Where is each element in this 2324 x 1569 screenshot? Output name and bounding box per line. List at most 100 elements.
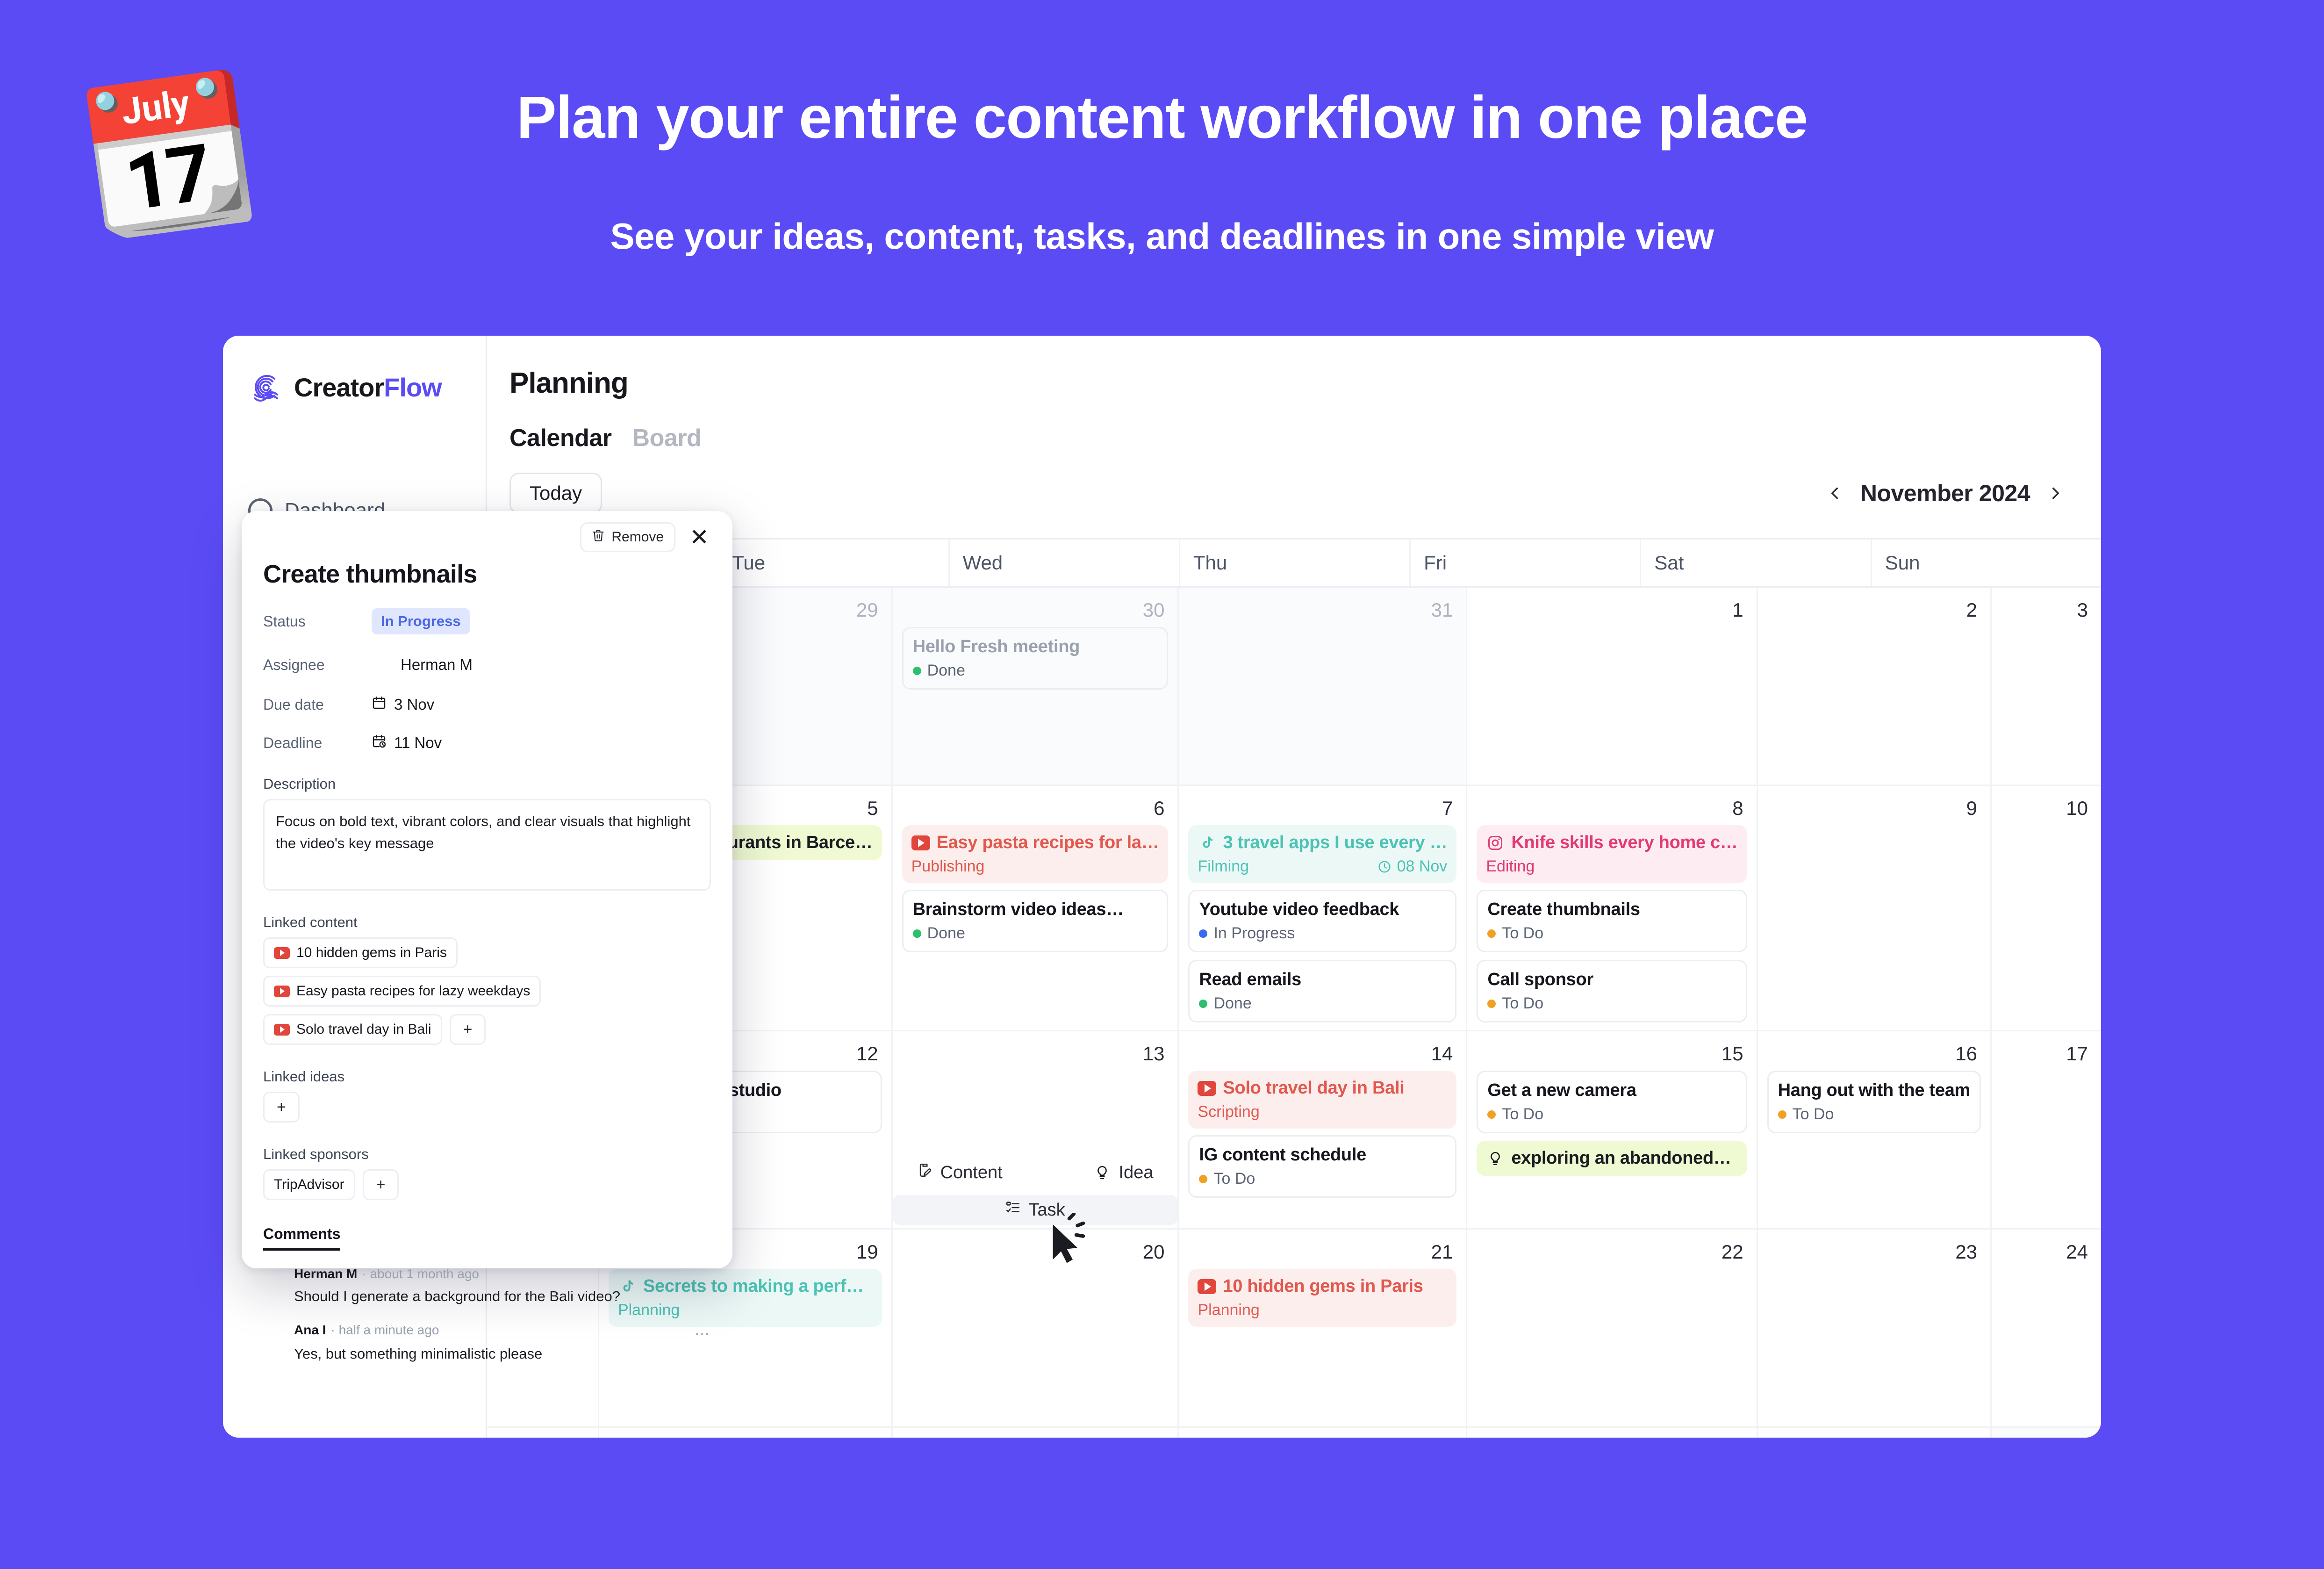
comment-item: Herman M · about 1 month ago Should I gene… bbox=[263, 1267, 711, 1305]
weekday-tue: Tue bbox=[717, 540, 948, 586]
linked-content-chip[interactable]: Solo travel day in Bali bbox=[263, 1014, 442, 1045]
remove-button[interactable]: Remove bbox=[580, 522, 676, 552]
chevron-right-icon[interactable] bbox=[2046, 483, 2066, 503]
menu-item-content[interactable]: Content bbox=[910, 1158, 1010, 1188]
tab-board[interactable]: Board bbox=[632, 424, 702, 452]
idea-event-chip[interactable]: exploring an abandoned… bbox=[1477, 1141, 1747, 1176]
task-card[interactable]: Youtube video feedback In Progress bbox=[1188, 890, 1457, 952]
weekday-sat: Sat bbox=[1640, 540, 1870, 586]
content-doc-icon bbox=[917, 1162, 933, 1183]
calendar-day-cell[interactable]: 28 bbox=[1177, 1428, 1466, 1438]
task-status: To Do bbox=[1487, 1105, 1736, 1123]
calendar-day-cell[interactable]: 25 bbox=[487, 1428, 598, 1438]
due-date-value[interactable]: 3 Nov bbox=[372, 695, 434, 714]
add-linked-sponsor-button[interactable]: + bbox=[362, 1169, 399, 1200]
calendar-day-cell[interactable]: 23 bbox=[1756, 1230, 1991, 1428]
calendar-day-cell[interactable]: 10 bbox=[1990, 786, 2101, 1031]
calendar-day-cell[interactable]: 1 bbox=[1466, 588, 1757, 786]
task-card[interactable]: Read emails Done bbox=[1188, 960, 1457, 1022]
calendar-day-cell[interactable]: 3 bbox=[1990, 588, 2101, 786]
day-number: 9 bbox=[1966, 797, 1978, 819]
weekday-sun: Sun bbox=[1870, 540, 2101, 586]
deadline-value[interactable]: 11 Nov bbox=[372, 734, 442, 752]
content-stage: Filming bbox=[1198, 857, 1249, 875]
calendar-day-cell[interactable]: 13 Content Idea Task bbox=[891, 1031, 1178, 1263]
calendar-day-cell[interactable]: 26 bbox=[597, 1428, 891, 1438]
menu-item-task[interactable]: Task bbox=[892, 1195, 1178, 1225]
calendar-day-cell[interactable]: 16 Hang out with the team To Do bbox=[1756, 1031, 1991, 1230]
field-status: Status In Progress bbox=[263, 608, 711, 634]
tab-calendar[interactable]: Calendar bbox=[509, 424, 612, 452]
content-stage: Scripting bbox=[1198, 1103, 1260, 1121]
calendar-day-cell[interactable]: 8 Knife skills every home c… Editing Create… bbox=[1466, 786, 1757, 1031]
linked-content-chip[interactable]: 10 hidden gems in Paris bbox=[263, 937, 458, 968]
day-number: 1 bbox=[1732, 599, 1743, 621]
youtube-icon bbox=[274, 947, 290, 959]
calendar-day-cell[interactable]: 9 bbox=[1756, 786, 1991, 1031]
calendar-day-cell[interactable]: 29 bbox=[1466, 1428, 1756, 1438]
youtube-icon bbox=[1198, 1079, 1217, 1098]
calendar-day-cell[interactable]: 15 Get a new camera To Do exploring an aban… bbox=[1466, 1031, 1757, 1230]
day-number: 17 bbox=[2066, 1043, 2088, 1065]
calendar-day-cell[interactable]: 31 bbox=[1177, 588, 1466, 786]
content-event-chip[interactable]: 10 hidden gems in Paris Planning bbox=[1188, 1269, 1457, 1327]
youtube-icon bbox=[1198, 1277, 1217, 1296]
status-badge[interactable]: In Progress bbox=[372, 608, 470, 634]
calendar-day-cell[interactable]: 1 bbox=[1990, 1428, 2101, 1438]
description-field[interactable]: Focus on bold text, vibrant colors, and … bbox=[263, 799, 711, 891]
calendar-day-cell[interactable]: 14 Solo travel day in Bali Scripting IG con… bbox=[1177, 1031, 1466, 1230]
task-card[interactable]: Call sponsor To Do bbox=[1477, 960, 1747, 1022]
avatar bbox=[845, 1080, 871, 1107]
day-number: 7 bbox=[1442, 797, 1453, 819]
status-dot-icon bbox=[912, 666, 921, 675]
calendar-day-cell[interactable]: 22 bbox=[1466, 1230, 1757, 1428]
calendar-day-cell[interactable]: 30 Hello Fresh meeting Done bbox=[891, 588, 1178, 786]
logo-text-accent: Flow bbox=[384, 372, 442, 402]
content-event-chip[interactable]: Solo travel day in Bali Scripting bbox=[1188, 1071, 1457, 1129]
linked-content-chip[interactable]: Easy pasta recipes for lazy weekdays bbox=[263, 976, 541, 1007]
calendar-day-cell[interactable]: 2 bbox=[1756, 588, 1991, 786]
calendar-day-cell[interactable]: 30 bbox=[1756, 1428, 1990, 1438]
calendar-toolbar: Today November 2024 bbox=[487, 452, 2101, 514]
content-event-chip[interactable]: Easy pasta recipes for la… Publishing bbox=[902, 825, 1169, 883]
task-card[interactable]: Create thumbnails To Do bbox=[1477, 890, 1747, 952]
today-button[interactable]: Today bbox=[509, 473, 603, 514]
tiktok-icon bbox=[1198, 834, 1216, 852]
calendar-day-cell[interactable]: 6 Easy pasta recipes for la… Publishing Bra… bbox=[891, 786, 1178, 1031]
day-number: 10 bbox=[2066, 797, 2088, 819]
content-event-chip[interactable]: Knife skills every home c… Editing bbox=[1477, 825, 1747, 883]
calendar-day-cell[interactable]: 17 bbox=[1990, 1031, 2101, 1230]
linked-sponsor-chip[interactable]: TripAdvisor bbox=[263, 1169, 355, 1200]
tab-comments[interactable]: Comments bbox=[263, 1225, 341, 1251]
task-card[interactable]: Hang out with the team To Do bbox=[1767, 1071, 1981, 1133]
assignee-value[interactable]: Herman M bbox=[372, 654, 473, 676]
task-status: To Do bbox=[1199, 1170, 1446, 1188]
calendar-day-cell[interactable]: 27 bbox=[891, 1428, 1178, 1438]
task-status: Done bbox=[912, 662, 1158, 680]
menu-item-idea[interactable]: Idea bbox=[1085, 1158, 1161, 1188]
calendar-day-cell[interactable]: 20 bbox=[891, 1230, 1178, 1428]
app-logo[interactable]: CreatorFlow bbox=[248, 369, 486, 405]
content-event-chip[interactable]: 3 travel apps I use every … Filming 08 Nov bbox=[1188, 825, 1457, 883]
task-card[interactable]: IG content schedule To Do bbox=[1188, 1135, 1457, 1198]
linked-sponsors-list: TripAdvisor + bbox=[263, 1169, 711, 1200]
task-card[interactable]: Get a new camera To Do bbox=[1477, 1071, 1747, 1133]
day-number: 6 bbox=[1154, 797, 1165, 819]
status-dot-icon bbox=[1487, 929, 1496, 938]
chevron-left-icon[interactable] bbox=[1825, 483, 1844, 503]
comment-text: Should I generate a background for the B… bbox=[294, 1288, 620, 1304]
comment-menu-icon[interactable]: … bbox=[694, 1321, 711, 1339]
task-status-label: To Do bbox=[1502, 924, 1544, 942]
day-number: 16 bbox=[1955, 1043, 1978, 1065]
due-date-label: Due date bbox=[263, 696, 324, 713]
modal-title: Create thumbnails bbox=[263, 560, 477, 588]
calendar-day-cell[interactable]: 24 bbox=[1990, 1230, 2101, 1428]
add-linked-idea-button[interactable]: + bbox=[263, 1092, 300, 1123]
calendar-day-cell[interactable]: 7 3 travel apps I use every … Filming 08 No… bbox=[1177, 786, 1466, 1031]
assignee-label: Assignee bbox=[263, 656, 325, 673]
close-icon[interactable]: ✕ bbox=[688, 525, 711, 549]
task-card[interactable]: Brainstorm video ideas… Done bbox=[902, 890, 1169, 952]
calendar-day-cell[interactable]: 21 10 hidden gems in Paris Planning bbox=[1177, 1230, 1466, 1428]
task-card[interactable]: Hello Fresh meeting Done bbox=[902, 627, 1169, 690]
add-linked-content-button[interactable]: + bbox=[449, 1014, 486, 1045]
